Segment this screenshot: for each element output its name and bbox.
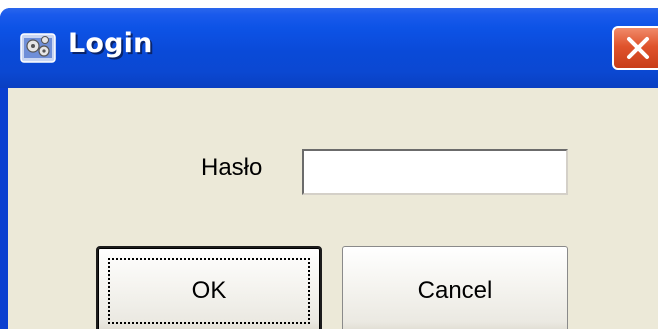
ok-button[interactable]: OK <box>96 246 322 329</box>
dialog-client-area: Hasło OK Cancel <box>8 88 658 329</box>
password-label: Hasło <box>201 154 263 181</box>
cancel-button[interactable]: Cancel <box>342 246 568 329</box>
ok-button-label: OK <box>191 277 227 304</box>
close-button[interactable] <box>612 26 658 70</box>
window-title: Login <box>68 28 153 59</box>
app-gears-icon <box>18 28 58 66</box>
login-dialog: Login Hasło OK Cancel <box>0 8 658 329</box>
cancel-button-label: Cancel <box>417 277 493 304</box>
close-icon <box>627 37 649 59</box>
screen: Login Hasło OK Cancel <box>0 0 658 329</box>
title-bar[interactable]: Login <box>0 8 658 88</box>
password-field[interactable] <box>302 149 568 195</box>
